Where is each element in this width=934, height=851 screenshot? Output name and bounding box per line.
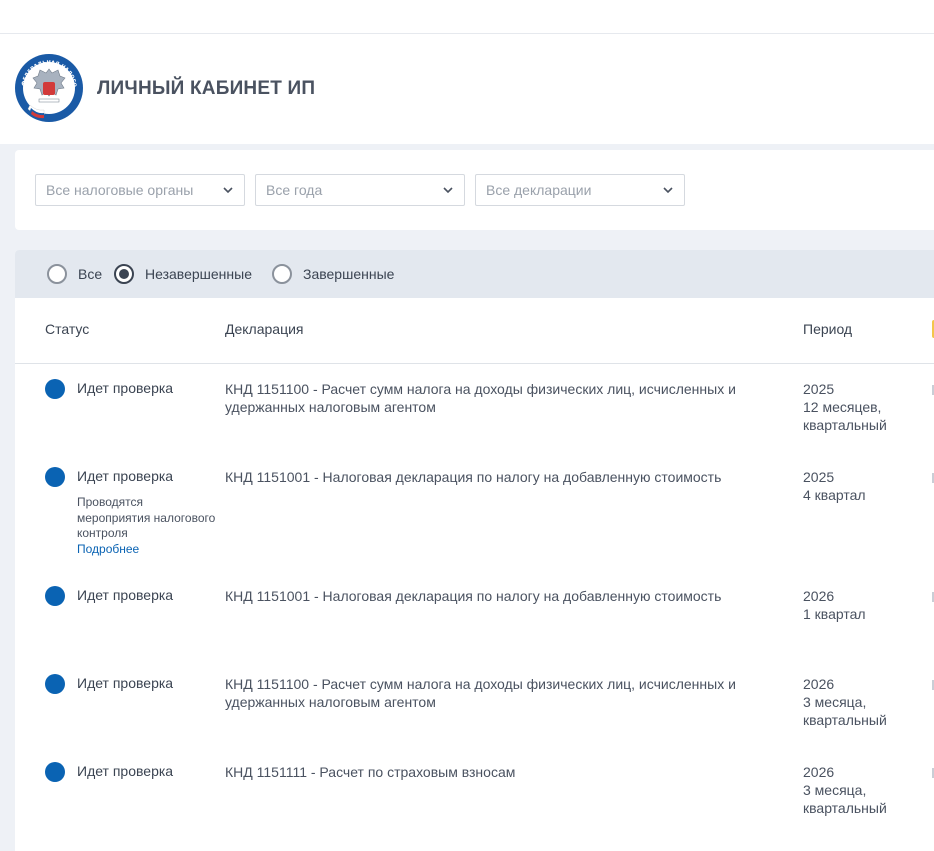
status-dot-icon	[45, 674, 65, 694]
column-header-period[interactable]: Период	[803, 321, 852, 337]
declaration-title[interactable]: КНД 1151100 - Расчет сумм налога на дохо…	[225, 675, 770, 711]
chevron-down-icon	[443, 187, 453, 194]
declaration-select[interactable]: Все декларации	[475, 174, 685, 206]
period: 2026 1 квартал	[803, 587, 913, 623]
status-note: Проводятся мероприятия налогового контро…	[77, 495, 217, 557]
filters-panel: Все налоговые органы Все года Все деклар…	[15, 150, 934, 230]
declaration-title[interactable]: КНД 1151001 - Налоговая декларация по на…	[225, 587, 770, 605]
table-row[interactable]: Идет проверка КНД 1151100 - Расчет сумм …	[15, 674, 934, 754]
period-detail: 12 месяцев,	[803, 399, 882, 415]
period-detail: квартальный	[803, 712, 887, 728]
status-text: Идет проверка	[77, 587, 174, 603]
declaration-title[interactable]: КНД 1151111 - Расчет по страховым взноса…	[225, 763, 770, 781]
period-year: 2026	[803, 588, 835, 604]
details-link[interactable]: Подробнее	[77, 542, 217, 558]
status-dot-icon	[45, 379, 65, 399]
declaration-title[interactable]: КНД 1151001 - Налоговая декларация по на…	[225, 468, 770, 486]
table-row[interactable]: Идет проверка Проводятся мероприятия нал…	[15, 467, 934, 567]
status-text: Идет проверка	[77, 468, 174, 484]
period-detail: квартальный	[803, 417, 887, 433]
column-header-declaration[interactable]: Декларация	[225, 321, 304, 337]
radio-all[interactable]: Все	[47, 263, 102, 285]
period: 2025 12 месяцев, квартальный	[803, 380, 913, 434]
status-note-text: Проводятся мероприятия налогового контро…	[77, 495, 216, 540]
status-filter-bar: Все Незавершенные Завершенные	[15, 250, 934, 298]
column-header-status[interactable]: Статус	[45, 321, 89, 337]
radio-circle	[47, 264, 67, 284]
chevron-down-icon	[663, 187, 673, 194]
radio-all-label: Все	[78, 266, 103, 282]
period-year: 2025	[803, 469, 835, 485]
table-header: Статус Декларация Период	[15, 298, 934, 364]
declaration-select-value: Все декларации	[486, 182, 592, 198]
table-row[interactable]: Идет проверка КНД 1151100 - Расчет сумм …	[15, 379, 934, 459]
table-row[interactable]: Идет проверка КНД 1151111 - Расчет по ст…	[15, 762, 934, 842]
chevron-down-icon	[223, 187, 233, 194]
period-detail: 3 месяца,	[803, 694, 867, 710]
radio-unfinished[interactable]: Незавершенные	[114, 263, 252, 285]
radio-circle	[272, 264, 292, 284]
year-select-value: Все года	[266, 182, 323, 198]
period-year: 2026	[803, 764, 835, 780]
status-text: Идет проверка	[77, 380, 174, 396]
year-select[interactable]: Все года	[255, 174, 465, 206]
status-text: Идет проверка	[77, 763, 174, 779]
tax-authority-select-value: Все налоговые органы	[46, 182, 194, 198]
declarations-card: Все Незавершенные Завершенные Статус Дек…	[15, 250, 934, 851]
radio-finished-label: Завершенные	[303, 266, 395, 282]
radio-finished[interactable]: Завершенные	[272, 263, 394, 285]
top-strip	[0, 0, 934, 34]
period: 2026 3 месяца, квартальный	[803, 675, 913, 729]
status-dot-icon	[45, 586, 65, 606]
page-title: ЛИЧНЫЙ КАБИНЕТ ИП	[97, 78, 316, 99]
header: ФЕДЕРАЛЬНАЯ НАЛОГОВАЯ СЛУЖБА ЛИЧНЫЙ КАБИ…	[0, 34, 934, 144]
period-detail: квартальный	[803, 800, 887, 816]
status-text: Идет проверка	[77, 675, 174, 691]
radio-circle	[114, 264, 134, 284]
period: 2026 3 месяца, квартальный	[803, 763, 913, 817]
radio-unfinished-label: Незавершенные	[145, 266, 252, 282]
period: 2025 4 квартал	[803, 468, 913, 504]
tax-authority-select[interactable]: Все налоговые органы	[35, 174, 245, 206]
table-row[interactable]: Идет проверка КНД 1151001 - Налоговая де…	[15, 586, 934, 656]
status-dot-icon	[45, 762, 65, 782]
period-detail: 1 квартал	[803, 606, 866, 622]
declaration-title[interactable]: КНД 1151100 - Расчет сумм налога на дохо…	[225, 380, 770, 416]
status-dot-icon	[45, 467, 65, 487]
period-year: 2025	[803, 381, 835, 397]
period-detail: 4 квартал	[803, 487, 866, 503]
period-detail: 3 месяца,	[803, 782, 867, 798]
period-year: 2026	[803, 676, 835, 692]
fns-emblem-icon[interactable]: ФЕДЕРАЛЬНАЯ НАЛОГОВАЯ СЛУЖБА	[14, 53, 84, 123]
